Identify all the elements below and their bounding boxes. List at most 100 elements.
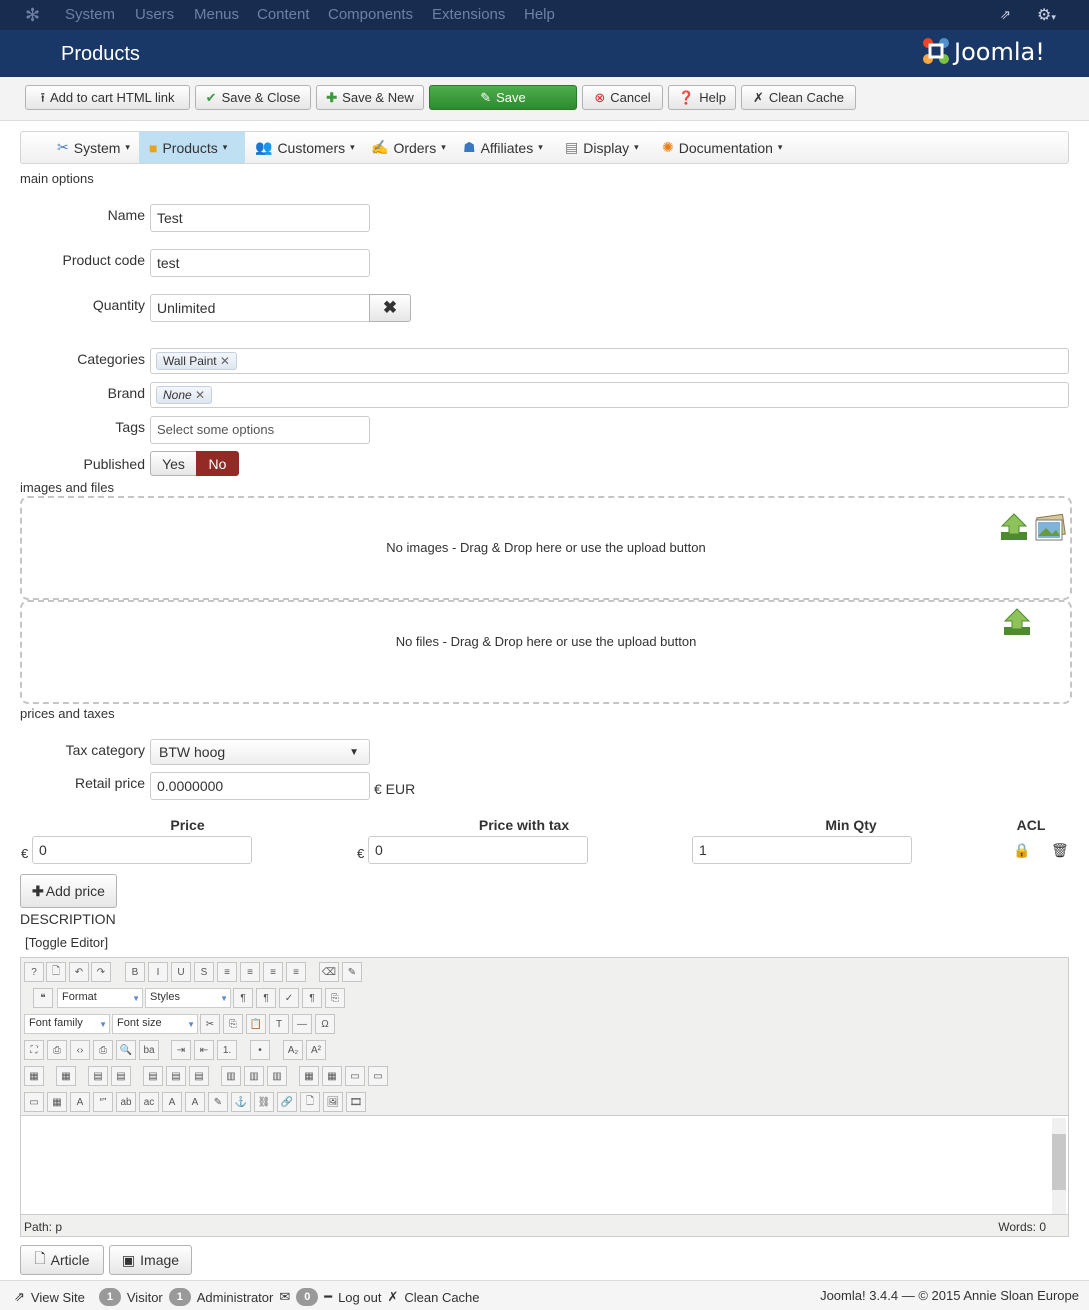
- help-button[interactable]: ❓ Help: [668, 85, 736, 110]
- joomla-menu-icon[interactable]: ✻: [25, 5, 40, 26]
- indent-icon[interactable]: ⇥: [171, 1040, 191, 1060]
- nav-help[interactable]: Help: [524, 6, 555, 23]
- scrollbar-thumb[interactable]: [1052, 1134, 1066, 1190]
- superscript-icon[interactable]: A²: [306, 1040, 326, 1060]
- cleanup-icon[interactable]: ✎: [342, 962, 362, 982]
- cut-icon[interactable]: ✂: [200, 1014, 220, 1034]
- image-icon[interactable]: 🖼: [323, 1092, 343, 1112]
- del-icon[interactable]: A: [162, 1092, 182, 1112]
- template-icon[interactable]: ⎘: [325, 988, 345, 1008]
- submenu-system[interactable]: ✂ System ▾: [51, 132, 136, 163]
- align-left-icon[interactable]: ≡: [263, 962, 283, 982]
- bold-icon[interactable]: B: [125, 962, 145, 982]
- row-props-icon[interactable]: ▤: [88, 1066, 108, 1086]
- blockquote-icon[interactable]: ❝: [33, 988, 53, 1008]
- text-color-icon[interactable]: A: [70, 1092, 90, 1112]
- product-code-input[interactable]: test: [150, 249, 370, 277]
- print-icon[interactable]: ⎙: [93, 1040, 113, 1060]
- submenu-display[interactable]: ▤ Display ▾: [565, 132, 639, 163]
- remove-tag-icon[interactable]: ✕: [220, 354, 230, 368]
- brand-select[interactable]: None ✕: [150, 382, 1069, 408]
- bullet-list-icon[interactable]: •: [250, 1040, 270, 1060]
- fullscreen-icon[interactable]: ⛶: [24, 1040, 44, 1060]
- logout-link[interactable]: Log out: [338, 1290, 381, 1305]
- outdent-icon[interactable]: ⇤: [194, 1040, 214, 1060]
- layer-icon[interactable]: ▭: [368, 1066, 388, 1086]
- published-yes-button[interactable]: Yes: [150, 451, 197, 476]
- insert-row-before-icon[interactable]: ▤: [143, 1066, 163, 1086]
- lock-icon[interactable]: 🔒: [1013, 842, 1030, 859]
- toggle-editor-link[interactable]: [Toggle Editor]: [25, 935, 108, 950]
- ltr-icon[interactable]: ¶: [233, 988, 253, 1008]
- font-size-select[interactable]: Font size ▼: [112, 1014, 198, 1034]
- link-icon[interactable]: 🔗: [277, 1092, 297, 1112]
- align-center-icon[interactable]: ≡: [240, 962, 260, 982]
- grid-icon[interactable]: ▦: [47, 1092, 67, 1112]
- search-icon[interactable]: 🔍: [116, 1040, 136, 1060]
- envelope-icon[interactable]: ✉: [279, 1289, 290, 1305]
- editor-scrollbar[interactable]: [1052, 1118, 1066, 1214]
- cell-props-icon[interactable]: ▤: [111, 1066, 131, 1086]
- nav-menus[interactable]: Menus: [194, 6, 239, 23]
- insert-col-before-icon[interactable]: ▥: [221, 1066, 241, 1086]
- tags-input[interactable]: Select some options: [150, 416, 370, 444]
- replace-icon[interactable]: ba: [139, 1040, 159, 1060]
- editor-content-area[interactable]: [21, 1115, 1068, 1215]
- strikethrough-icon[interactable]: S: [194, 962, 214, 982]
- price-input[interactable]: 0: [32, 836, 252, 864]
- hr-icon[interactable]: —: [292, 1014, 312, 1034]
- subscript-icon[interactable]: A₂: [283, 1040, 303, 1060]
- clean-cache-button[interactable]: ✗ Clean Cache: [741, 85, 856, 110]
- nav-content[interactable]: Content: [257, 6, 310, 23]
- rtl-icon[interactable]: ¶: [256, 988, 276, 1008]
- insert-row-after-icon[interactable]: ▤: [166, 1066, 186, 1086]
- help-icon[interactable]: ?: [24, 962, 44, 982]
- retail-price-input[interactable]: 0.0000000: [150, 772, 370, 800]
- anchor-icon[interactable]: ⚓: [231, 1092, 251, 1112]
- split-cells-icon[interactable]: ▦: [299, 1066, 319, 1086]
- submenu-customers[interactable]: 👥 Customers ▾: [255, 132, 355, 163]
- align-right-icon[interactable]: ≡: [286, 962, 306, 982]
- document-icon[interactable]: 🗋: [300, 1092, 320, 1112]
- styles-select[interactable]: Styles ▼: [145, 988, 231, 1008]
- insert-col-after-icon[interactable]: ▥: [244, 1066, 264, 1086]
- published-no-button[interactable]: No: [196, 451, 239, 476]
- save-close-button[interactable]: ✔ Save & Close: [195, 85, 311, 110]
- table-icon[interactable]: ▦: [24, 1066, 44, 1086]
- numbered-list-icon[interactable]: 1.: [217, 1040, 237, 1060]
- abbr-icon[interactable]: ab: [116, 1092, 136, 1112]
- charmap-icon[interactable]: Ω: [315, 1014, 335, 1034]
- preview-icon[interactable]: ⎙: [47, 1040, 67, 1060]
- save-button[interactable]: ✎ Save: [429, 85, 577, 110]
- font-family-select[interactable]: Font family ▼: [24, 1014, 110, 1034]
- media-icon[interactable]: 🎞: [346, 1092, 366, 1112]
- submenu-orders[interactable]: ✍ Orders ▾: [371, 132, 446, 163]
- submenu-affiliates[interactable]: ☗ Affiliates ▾: [463, 132, 543, 163]
- external-link-icon[interactable]: ⇗: [1000, 7, 1011, 23]
- nav-components[interactable]: Components: [328, 6, 413, 23]
- new-document-icon[interactable]: 🗋: [46, 962, 66, 982]
- delete-col-icon[interactable]: ▥: [267, 1066, 287, 1086]
- eraser-icon[interactable]: ⌫: [319, 962, 339, 982]
- save-new-button[interactable]: ✚ Save & New: [316, 85, 424, 110]
- spellcheck-icon[interactable]: ✓: [279, 988, 299, 1008]
- format-select[interactable]: Format ▼: [57, 988, 143, 1008]
- unlink-icon[interactable]: ⛓: [254, 1092, 274, 1112]
- ins-icon[interactable]: A: [185, 1092, 205, 1112]
- name-input[interactable]: Test: [150, 204, 370, 232]
- redo-icon[interactable]: ↷: [91, 962, 111, 982]
- min-qty-input[interactable]: 1: [692, 836, 912, 864]
- add-to-cart-html-link-button[interactable]: ⭱ Add to cart HTML link: [25, 85, 190, 110]
- show-blocks-icon[interactable]: ¶: [302, 988, 322, 1008]
- italic-icon[interactable]: I: [148, 962, 168, 982]
- code-icon[interactable]: ‹›: [70, 1040, 90, 1060]
- categories-select[interactable]: Wall Paint ✕: [150, 348, 1069, 374]
- nav-extensions[interactable]: Extensions: [432, 6, 505, 23]
- insert-image-button[interactable]: ▣ Image: [109, 1245, 192, 1275]
- delete-row-icon[interactable]: ▤: [189, 1066, 209, 1086]
- trash-icon[interactable]: 🗑: [1051, 842, 1069, 859]
- cancel-button[interactable]: ⊗ Cancel: [582, 85, 663, 110]
- underline-icon[interactable]: U: [171, 962, 191, 982]
- delete-table-icon[interactable]: ▦: [56, 1066, 76, 1086]
- cite-icon[interactable]: “”: [93, 1092, 113, 1112]
